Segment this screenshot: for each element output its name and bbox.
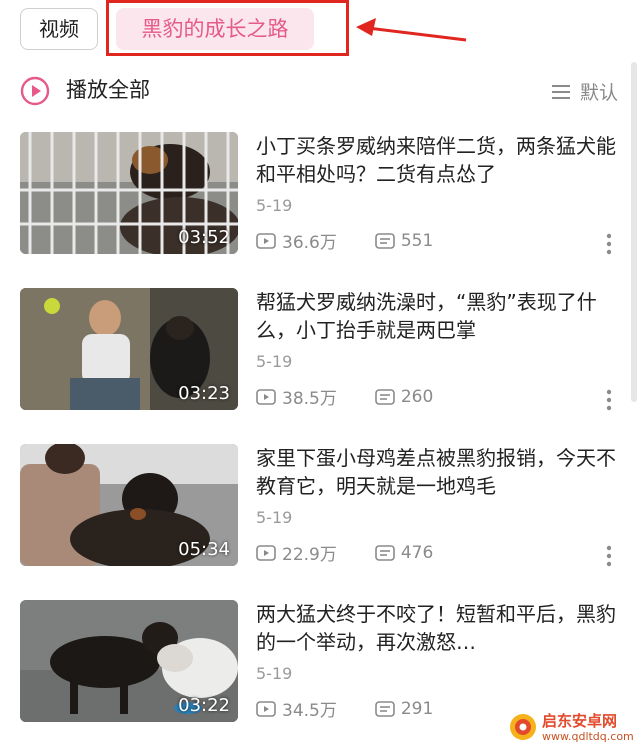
danmaku-icon [375,388,395,405]
video-list-item[interactable]: 03:23 帮猛犬罗威纳洗澡时，“黑豹”表现了什么，小丁抬手就是两巴掌 5-19… [0,288,630,418]
view-count: 36.6万 [256,228,337,253]
view-count-value: 34.5万 [282,701,337,721]
video-date: 5-19 [256,664,293,683]
video-title[interactable]: 家里下蛋小母鸡差点被黑豹报销，今天不教育它，明天就是一地鸡毛 [256,444,618,500]
comment-count: 551 [375,231,433,251]
view-count-value: 38.5万 [282,389,337,409]
more-options-icon[interactable] [604,544,614,568]
video-list-item[interactable]: 05:34 家里下蛋小母鸡差点被黑豹报销，今天不教育它，明天就是一地鸡毛 5-1… [0,444,630,574]
comment-count-value: 260 [400,386,434,407]
comment-count: 260 [375,387,433,407]
list-sort-icon [551,84,570,99]
video-list-item[interactable]: 03:52 小丁买条罗威纳来陪伴二货，两条猛犬能和平相处吗？二货有点怂了 5-1… [0,132,630,262]
view-count-value: 36.6万 [282,233,337,253]
comment-count: 476 [375,543,433,563]
video-date: 5-19 [256,352,293,371]
video-title[interactable]: 两大猛犬终于不咬了！短暂和平后，黑豹的一个举动，再次激怒… [256,600,618,656]
video-duration: 05:34 [178,539,230,560]
play-all-button[interactable]: 播放全部 [66,76,150,104]
video-thumbnail[interactable]: 03:23 [20,288,238,410]
video-stats: 38.5万 260 [256,384,433,409]
view-count: 22.9万 [256,540,337,565]
danmaku-icon [375,544,395,561]
list-header: 播放全部 默认 [0,62,640,120]
watermark: 启东安卓网 www.qdltdq.com [508,708,638,748]
video-title[interactable]: 帮猛犬罗威纳洗澡时，“黑豹”表现了什么，小丁抬手就是两巴掌 [256,288,618,344]
annotation-arrow-icon [356,18,467,42]
watermark-url: www.qdltdq.com [542,730,634,743]
more-options-icon[interactable] [604,388,614,412]
view-count: 38.5万 [256,384,337,409]
comment-count: 291 [375,699,433,719]
video-thumbnail[interactable]: 03:22 [20,600,238,722]
tab-video[interactable]: 视频 [20,8,98,50]
play-count-icon [256,544,276,561]
video-date: 5-19 [256,196,293,215]
danmaku-icon [375,700,395,717]
video-stats: 22.9万 476 [256,540,433,565]
view-count: 34.5万 [256,696,337,721]
tab-bar: 视频 黑豹的成长之路 [0,0,640,58]
play-count-icon [256,388,276,405]
more-options-icon[interactable] [604,232,614,256]
video-date: 5-19 [256,508,293,527]
sort-button[interactable]: 默认 [551,78,618,105]
sort-label: 默认 [579,82,618,104]
video-stats: 34.5万 291 [256,696,433,721]
play-count-icon [256,232,276,249]
video-title[interactable]: 小丁买条罗威纳来陪伴二货，两条猛犬能和平相处吗？二货有点怂了 [256,132,618,188]
video-stats: 36.6万 551 [256,228,433,253]
comment-count-value: 476 [400,542,434,563]
video-duration: 03:23 [178,383,230,404]
video-duration: 03:22 [178,695,230,716]
video-duration: 03:52 [178,227,230,248]
annotation-highlight-box [106,0,349,56]
watermark-logo-icon [510,714,536,740]
comment-count-value: 551 [400,230,434,251]
danmaku-icon [375,232,395,249]
video-thumbnail[interactable]: 05:34 [20,444,238,566]
view-count-value: 22.9万 [282,545,337,565]
watermark-name: 启东安卓网 [542,712,618,730]
play-circle-icon[interactable] [20,76,50,106]
comment-count-value: 291 [400,698,434,719]
play-count-icon [256,700,276,717]
video-thumbnail[interactable]: 03:52 [20,132,238,254]
